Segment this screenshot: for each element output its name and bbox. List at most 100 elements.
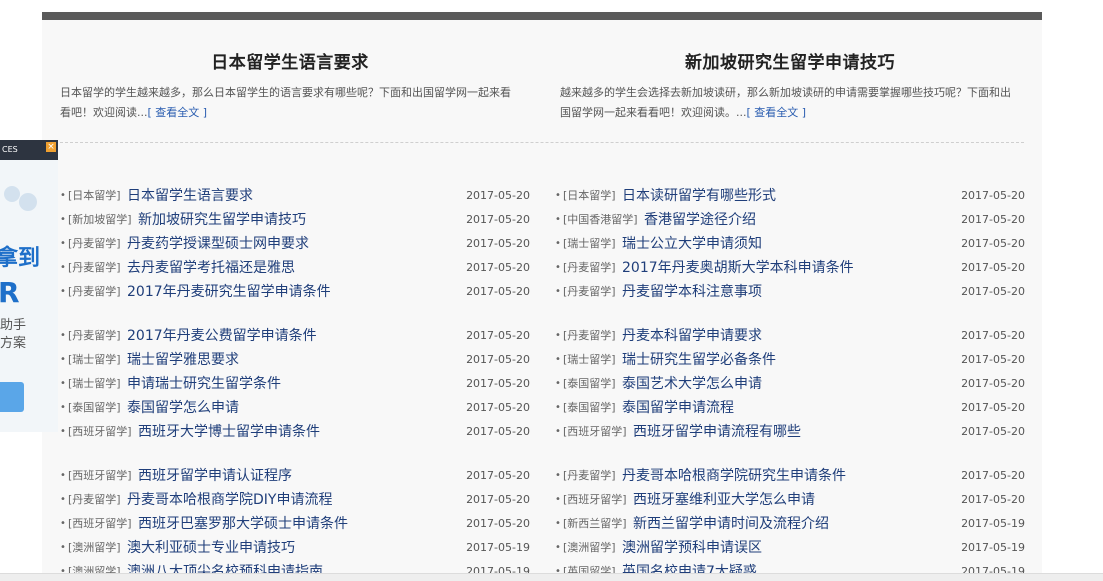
article-link[interactable]: 新加坡研究生留学申请技巧	[138, 208, 306, 232]
article-date: 2017-05-20	[466, 261, 530, 274]
ad-cta-button[interactable]	[0, 382, 24, 412]
category-label[interactable]: [丹麦留学]	[68, 256, 121, 280]
article-link[interactable]: 丹麦药学授课型硕士网申要求	[127, 232, 309, 256]
article-link[interactable]: 申请瑞士研究生留学条件	[127, 372, 281, 396]
article-link[interactable]: 2017年丹麦奥胡斯大学本科申请条件	[622, 256, 854, 280]
content-panel: 日本留学生语言要求 日本留学的学生越来越多，那么日本留学生的语言要求有哪些呢？下…	[42, 12, 1042, 581]
article-date: 2017-05-20	[466, 469, 530, 482]
list-item: • [丹麦留学] 2017年丹麦公费留学申请条件 2017-05-20	[60, 324, 530, 348]
bullet-icon: •	[555, 330, 561, 341]
category-label[interactable]: [丹麦留学]	[563, 280, 616, 304]
article-link[interactable]: 2017年丹麦公费留学申请条件	[127, 324, 317, 348]
article-link[interactable]: 瑞士公立大学申请须知	[622, 232, 762, 256]
bullet-icon: •	[60, 470, 66, 481]
article-link[interactable]: 西班牙巴塞罗那大学硕士申请条件	[138, 512, 348, 536]
category-label[interactable]: [新加坡留学]	[68, 208, 132, 232]
category-label[interactable]: [泰国留学]	[68, 396, 121, 420]
article-date: 2017-05-20	[466, 285, 530, 298]
list-item: • [泰国留学] 泰国艺术大学怎么申请 2017-05-20	[555, 372, 1025, 396]
category-label[interactable]: [瑞士留学]	[563, 348, 616, 372]
list-item: • [丹麦留学] 2017年丹麦奥胡斯大学本科申请条件 2017-05-20	[555, 256, 1025, 280]
category-label[interactable]: [日本留学]	[68, 184, 121, 208]
list-item: • [瑞士留学] 瑞士研究生留学必备条件 2017-05-20	[555, 348, 1025, 372]
article-group: • [西班牙留学] 西班牙留学申请认证程序 2017-05-20 • [丹麦留学] 丹麦哥本…	[60, 464, 530, 581]
featured-articles: 日本留学生语言要求 日本留学的学生越来越多，那么日本留学生的语言要求有哪些呢？下…	[42, 20, 1042, 140]
category-label[interactable]: [澳洲留学]	[68, 536, 121, 560]
article-link[interactable]: 西班牙大学博士留学申请条件	[138, 420, 320, 444]
read-more-link[interactable]: [ 查看全文 ]	[747, 106, 807, 119]
category-label[interactable]: [丹麦留学]	[68, 232, 121, 256]
category-label[interactable]: [西班牙留学]	[68, 420, 132, 444]
article-link[interactable]: 泰国艺术大学怎么申请	[622, 372, 762, 396]
article-date: 2017-05-20	[961, 237, 1025, 250]
category-label[interactable]: [丹麦留学]	[563, 464, 616, 488]
featured-title[interactable]: 新加坡研究生留学申请技巧	[560, 48, 1020, 73]
article-date: 2017-05-19	[961, 541, 1025, 554]
read-more-link[interactable]: [ 查看全文 ]	[148, 106, 208, 119]
featured-title[interactable]: 日本留学生语言要求	[60, 48, 520, 73]
category-label[interactable]: [新西兰留学]	[563, 512, 627, 536]
category-label[interactable]: [瑞士留学]	[68, 372, 121, 396]
list-item: • [西班牙留学] 西班牙塞维利亚大学怎么申请 2017-05-20	[555, 488, 1025, 512]
category-label[interactable]: [瑞士留学]	[68, 348, 121, 372]
category-label[interactable]: [丹麦留学]	[68, 488, 121, 512]
bullet-icon: •	[60, 286, 66, 297]
category-label[interactable]: [丹麦留学]	[68, 280, 121, 304]
article-link[interactable]: 澳洲留学预科申请误区	[622, 536, 762, 560]
side-ad-widget[interactable]: CES × 拿到 R 助手 方案	[0, 140, 58, 432]
article-link[interactable]: 丹麦本科留学申请要求	[622, 324, 762, 348]
horizontal-scrollbar[interactable]	[0, 573, 1103, 581]
article-link[interactable]: 瑞士研究生留学必备条件	[622, 348, 776, 372]
category-label[interactable]: [西班牙留学]	[68, 464, 132, 488]
article-link[interactable]: 2017年丹麦研究生留学申请条件	[127, 280, 331, 304]
category-label[interactable]: [西班牙留学]	[563, 420, 627, 444]
article-link[interactable]: 日本留学生语言要求	[127, 184, 253, 208]
article-date: 2017-05-19	[466, 541, 530, 554]
article-link[interactable]: 西班牙留学申请认证程序	[138, 464, 292, 488]
article-link[interactable]: 瑞士留学雅思要求	[127, 348, 239, 372]
article-link[interactable]: 丹麦留学本科注意事项	[622, 280, 762, 304]
featured-summary: 越来越多的学生会选择去新加坡读研，那么新加坡读研的申请需要掌握哪些技巧呢？下面和…	[560, 83, 1020, 123]
category-label[interactable]: [丹麦留学]	[563, 256, 616, 280]
ad-text-line1: 助手	[0, 318, 27, 333]
list-item: • [日本留学] 日本读研留学有哪些形式 2017-05-20	[555, 184, 1025, 208]
featured-summary: 日本留学的学生越来越多，那么日本留学生的语言要求有哪些呢？下面和出国留学网一起来…	[60, 83, 520, 123]
category-label[interactable]: [泰国留学]	[563, 396, 616, 420]
article-date: 2017-05-20	[961, 261, 1025, 274]
article-link[interactable]: 泰国留学怎么申请	[127, 396, 239, 420]
bullet-icon: •	[555, 354, 561, 365]
category-label[interactable]: [中国香港留学]	[563, 208, 638, 232]
category-label[interactable]: [西班牙留学]	[563, 488, 627, 512]
category-label[interactable]: [日本留学]	[563, 184, 616, 208]
bullet-icon: •	[60, 262, 66, 273]
list-item: • [新加坡留学] 新加坡研究生留学申请技巧 2017-05-20	[60, 208, 530, 232]
article-link[interactable]: 西班牙塞维利亚大学怎么申请	[633, 488, 815, 512]
article-link[interactable]: 泰国留学申请流程	[622, 396, 734, 420]
article-group: • [丹麦留学] 丹麦哥本哈根商学院研究生申请条件 2017-05-20 • [西班牙留学…	[555, 464, 1025, 581]
bullet-icon: •	[60, 402, 66, 413]
article-link[interactable]: 丹麦哥本哈根商学院研究生申请条件	[622, 464, 846, 488]
article-link[interactable]: 丹麦哥本哈根商学院DIY申请流程	[127, 488, 332, 512]
bullet-icon: •	[60, 494, 66, 505]
category-label[interactable]: [澳洲留学]	[563, 536, 616, 560]
category-label[interactable]: [丹麦留学]	[563, 324, 616, 348]
bullet-icon: •	[555, 286, 561, 297]
ad-headline: 拿到	[0, 246, 41, 271]
category-label[interactable]: [丹麦留学]	[68, 324, 121, 348]
bullet-icon: •	[60, 378, 66, 389]
divider	[60, 142, 1024, 143]
article-link[interactable]: 香港留学途径介绍	[644, 208, 756, 232]
article-date: 2017-05-20	[961, 329, 1025, 342]
article-link[interactable]: 日本读研留学有哪些形式	[622, 184, 776, 208]
article-link[interactable]: 西班牙留学申请流程有哪些	[633, 420, 801, 444]
close-icon[interactable]: ×	[46, 142, 56, 152]
article-link[interactable]: 新西兰留学申请时间及流程介绍	[633, 512, 829, 536]
category-label[interactable]: [泰国留学]	[563, 372, 616, 396]
bullet-icon: •	[555, 426, 561, 437]
list-item: • [西班牙留学] 西班牙留学申请流程有哪些 2017-05-20	[555, 420, 1025, 444]
article-link[interactable]: 去丹麦留学考托福还是雅思	[127, 256, 295, 280]
article-date: 2017-05-20	[961, 493, 1025, 506]
category-label[interactable]: [瑞士留学]	[563, 232, 616, 256]
article-link[interactable]: 澳大利亚硕士专业申请技巧	[127, 536, 295, 560]
category-label[interactable]: [西班牙留学]	[68, 512, 132, 536]
